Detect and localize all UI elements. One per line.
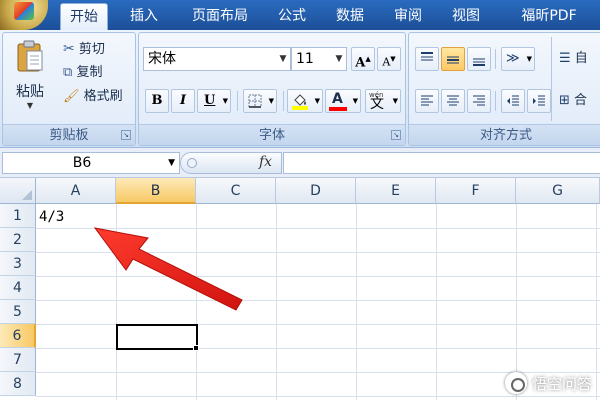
annotation-arrow xyxy=(93,227,243,311)
watermark-logo-icon xyxy=(504,372,527,394)
watermark: 悟空问答 xyxy=(504,370,592,396)
watermark-text: 悟空问答 xyxy=(531,374,592,393)
arrow-shape xyxy=(93,227,243,311)
